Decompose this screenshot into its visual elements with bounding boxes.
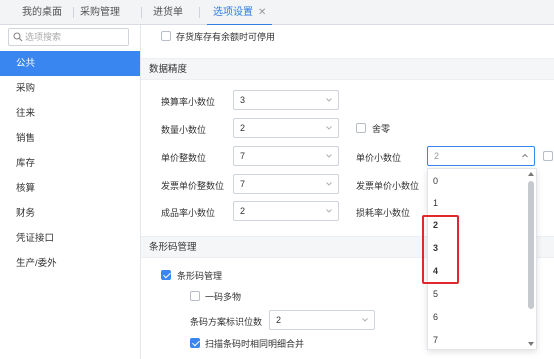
round-zero-checkbox[interactable] xyxy=(356,123,366,133)
sidebar-item-sales[interactable]: 销售 xyxy=(0,126,140,151)
scrollbar-thumb[interactable] xyxy=(528,181,534,309)
unit-price-decimals-value: 2 xyxy=(434,151,440,161)
barcode-management-checkbox[interactable] xyxy=(161,270,171,280)
scheme-digits-value: 2 xyxy=(276,315,282,325)
unit-price-decimals-select[interactable]: 2 xyxy=(427,146,535,166)
sidebar-item-common[interactable]: 公共 xyxy=(0,51,140,76)
sidebar-item-purchase[interactable]: 采购 xyxy=(0,76,140,101)
dropdown-option-1[interactable]: 1 xyxy=(428,192,524,214)
invoice-price-integer-digits-select[interactable]: 7 xyxy=(233,174,339,194)
chevron-down-icon xyxy=(362,318,368,322)
tab-bar: 我的桌面 采购管理 进货单 选项设置 ✕ xyxy=(0,0,554,26)
section-data-precision: 数据精度 xyxy=(141,58,554,80)
scheme-digits-select[interactable]: 2 xyxy=(269,310,375,330)
dropdown-scrollbar[interactable] xyxy=(525,171,535,347)
chevron-up-icon xyxy=(522,153,528,158)
dropdown-option-5[interactable]: 5 xyxy=(428,283,524,305)
sidebar-item-production-outsourcing[interactable]: 生产/委外 xyxy=(0,251,140,276)
sidebar-item-voucher-interface[interactable]: 凭证接口 xyxy=(0,226,140,251)
invoice-price-decimals-label: 发票单价小数位 xyxy=(356,181,420,191)
chevron-down-icon xyxy=(326,154,332,158)
tab-separator xyxy=(141,7,142,18)
tab-purchase-management[interactable]: 采购管理 xyxy=(80,0,120,25)
scroll-up-arrow-icon[interactable] xyxy=(527,171,535,177)
loss-rate-decimals-label: 损耗率小数位 xyxy=(356,208,411,218)
unit-price-decimals-label: 单价小数位 xyxy=(356,153,402,163)
sidebar-item-accounting[interactable]: 核算 xyxy=(0,176,140,201)
scroll-down-arrow-icon[interactable] xyxy=(527,341,535,347)
tab-separator xyxy=(199,7,200,18)
tab-my-desktop[interactable]: 我的桌面 xyxy=(22,0,62,25)
yield-rate-decimals-label: 成品率小数位 xyxy=(161,208,216,218)
quantity-decimals-value: 2 xyxy=(240,123,246,133)
dropdown-option-0[interactable]: 0 xyxy=(428,170,524,192)
sidebar: 公共 采购 往来 销售 库存 核算 财务 凭证接口 生产/委外 xyxy=(0,25,141,359)
invoice-price-integer-digits-value: 7 xyxy=(240,179,246,189)
sidebar-item-finance[interactable]: 财务 xyxy=(0,201,140,226)
conversion-rate-decimals-value: 3 xyxy=(240,95,246,105)
yield-rate-decimals-value: 2 xyxy=(240,206,246,216)
scheme-digits-label: 条码方案标识位数 xyxy=(190,317,263,327)
tab-separator xyxy=(73,7,74,18)
conversion-rate-decimals-select[interactable]: 3 xyxy=(233,90,339,110)
quantity-decimals-label: 数量小数位 xyxy=(161,125,207,135)
search-box[interactable] xyxy=(8,28,129,46)
multi-item-label: 一码多物 xyxy=(205,292,242,302)
sidebar-item-inventory[interactable]: 库存 xyxy=(0,151,140,176)
tab-option-settings[interactable]: 选项设置 ✕ xyxy=(206,0,273,26)
unit-price-integer-digits-value: 7 xyxy=(240,151,246,161)
multi-item-checkbox[interactable] xyxy=(190,291,200,301)
unit-price-integer-digits-label: 单价整数位 xyxy=(161,153,207,163)
tab-option-settings-label: 选项设置 xyxy=(213,7,253,18)
yield-rate-decimals-select[interactable]: 2 xyxy=(233,201,339,221)
chevron-down-icon xyxy=(326,209,332,213)
unit-price-integer-digits-select[interactable]: 7 xyxy=(233,146,339,166)
invoice-price-integer-digits-label: 发票单价整数位 xyxy=(161,181,225,191)
dropdown-option-7[interactable]: 7 xyxy=(428,329,524,351)
conversion-rate-decimals-label: 换算率小数位 xyxy=(161,97,216,107)
quantity-decimals-select[interactable]: 2 xyxy=(233,118,339,138)
chevron-down-icon xyxy=(326,126,332,130)
dropdown-option-6[interactable]: 6 xyxy=(428,306,524,328)
stop-with-balance-checkbox[interactable] xyxy=(161,31,171,41)
search-icon xyxy=(13,32,23,42)
annotation-highlight-box xyxy=(422,215,459,284)
search-input[interactable] xyxy=(25,29,125,45)
barcode-management-label: 条形码管理 xyxy=(177,271,223,281)
sidebar-item-contacts[interactable]: 往来 xyxy=(0,101,140,126)
merge-detail-checkbox[interactable] xyxy=(190,338,200,348)
tab-purchase-receipt[interactable]: 进货单 xyxy=(153,0,183,25)
chevron-down-icon xyxy=(326,182,332,186)
stop-with-balance-label: 存货库存有余额时可停用 xyxy=(176,32,276,42)
close-icon[interactable]: ✕ xyxy=(258,7,266,18)
round-zero-label: 舍零 xyxy=(372,124,391,134)
unit-price-extra-checkbox[interactable] xyxy=(543,151,553,161)
chevron-down-icon xyxy=(326,98,332,102)
merge-detail-label: 扫描条码时相同明细合并 xyxy=(205,339,305,349)
